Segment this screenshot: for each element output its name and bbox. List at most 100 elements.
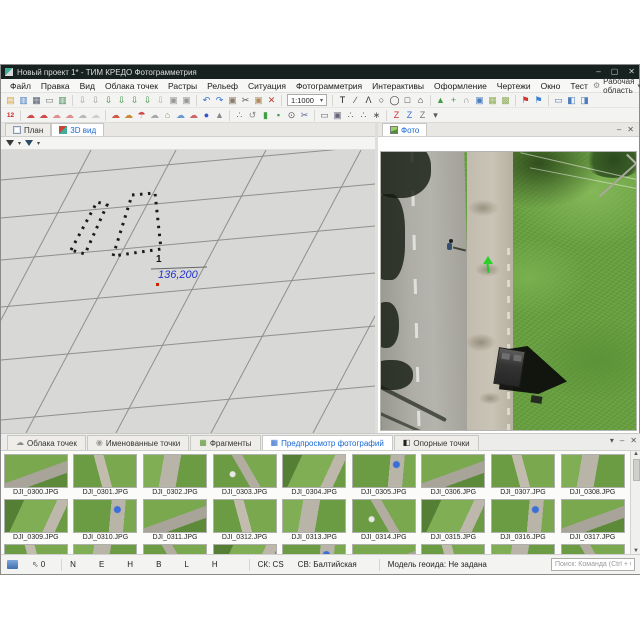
- photo-view[interactable]: [380, 151, 637, 431]
- cloud-gray-icon[interactable]: ☁: [76, 109, 89, 122]
- undo-icon[interactable]: ↶: [200, 94, 213, 107]
- image-frame-icon[interactable]: ▦: [486, 94, 499, 107]
- photo-marker[interactable]: [483, 256, 493, 264]
- panel-minimize-button[interactable]: –: [620, 436, 624, 445]
- import-xml-icon[interactable]: ⇩: [115, 94, 128, 107]
- menu-item[interactable]: Облака точек: [100, 81, 163, 91]
- dome-icon[interactable]: ∩: [460, 94, 473, 107]
- open-project-icon[interactable]: ▤: [4, 94, 17, 107]
- thumbnail-image[interactable]: [352, 544, 416, 554]
- scrollbar-thumb[interactable]: [633, 459, 640, 481]
- trace-icon[interactable]: ↺: [246, 109, 259, 122]
- umbrella-icon[interactable]: ☂: [135, 109, 148, 122]
- table-view-icon[interactable]: ▥: [56, 94, 69, 107]
- thumbnail-image[interactable]: [561, 544, 625, 554]
- z-gray-icon[interactable]: Z: [416, 109, 429, 122]
- tab-photo-preview[interactable]: ▦Предпросмотр фотографий: [262, 435, 393, 450]
- tab-photo[interactable]: Фото: [382, 123, 427, 136]
- filter-icon[interactable]: [6, 140, 14, 146]
- cloud-house-icon[interactable]: ⌂: [161, 109, 174, 122]
- cloud-light-icon[interactable]: ☁: [89, 109, 102, 122]
- thumbnail-image[interactable]: [282, 454, 346, 488]
- import-dat-icon[interactable]: ⇩: [102, 94, 115, 107]
- flag-blue-icon[interactable]: ⚑: [532, 94, 545, 107]
- tab-3d-view[interactable]: 3D вид: [51, 123, 104, 136]
- add-point-icon[interactable]: +: [447, 94, 460, 107]
- cut-icon[interactable]: ✂: [239, 94, 252, 107]
- point-marker[interactable]: [156, 283, 159, 286]
- tab-plan[interactable]: План: [5, 123, 51, 136]
- panel-minimize-button[interactable]: –: [617, 125, 621, 134]
- building-icon[interactable]: ▮: [259, 109, 272, 122]
- points-count-icon[interactable]: 12: [4, 109, 17, 122]
- cloud-blue-icon[interactable]: ☁: [174, 109, 187, 122]
- save-icon[interactable]: ▦: [30, 94, 43, 107]
- tab-point-clouds[interactable]: ☁Облака точек: [7, 435, 86, 450]
- thumbnail-image[interactable]: [73, 454, 137, 488]
- clipboard-icon[interactable]: ▣: [167, 94, 180, 107]
- thumbnail-image[interactable]: [282, 499, 346, 533]
- thumbnail-image[interactable]: [421, 454, 485, 488]
- panel-menu-icon[interactable]: ▾: [610, 436, 614, 445]
- thumbnail-image[interactable]: [561, 454, 625, 488]
- thumbnail-image[interactable]: [143, 499, 207, 533]
- thumbnail-image[interactable]: [352, 499, 416, 533]
- import-down-2-icon[interactable]: ⇩: [89, 94, 102, 107]
- thumbnail-image[interactable]: [73, 499, 137, 533]
- menu-item[interactable]: Растры: [163, 81, 202, 91]
- thumbnail-scrollbar[interactable]: ▲ ▼: [630, 451, 640, 554]
- thumbnail-image[interactable]: [491, 544, 555, 554]
- z-blue-icon[interactable]: Z: [403, 109, 416, 122]
- panel-close-button[interactable]: ✕: [630, 436, 637, 445]
- thumbnail-image[interactable]: [73, 544, 137, 554]
- surface-icon[interactable]: ▲: [434, 94, 447, 107]
- tab-fragments[interactable]: ▦Фрагменты: [190, 435, 260, 450]
- thumbnail-image[interactable]: [282, 544, 346, 554]
- points-a-icon[interactable]: ∴: [344, 109, 357, 122]
- z-red-icon[interactable]: Z: [390, 109, 403, 122]
- line-tool-icon[interactable]: ∕: [349, 94, 362, 107]
- cloud-ground-icon[interactable]: ☁: [148, 109, 161, 122]
- import-dxf-icon[interactable]: ⇩: [141, 94, 154, 107]
- flag-red-icon[interactable]: ⚑: [519, 94, 532, 107]
- thumbnail-image[interactable]: [352, 454, 416, 488]
- thumbnail-image[interactable]: [4, 499, 68, 533]
- thumbnail-image[interactable]: [213, 499, 277, 533]
- import-xml-2-icon[interactable]: ⇩: [128, 94, 141, 107]
- thumbnail-image[interactable]: [421, 544, 485, 554]
- polyline-tool-icon[interactable]: Λ: [362, 94, 375, 107]
- circle-tool-icon[interactable]: ◯: [388, 94, 401, 107]
- thumbnail-image[interactable]: [213, 544, 277, 554]
- z-caret-icon[interactable]: ▾: [429, 109, 442, 122]
- search-cloud-icon[interactable]: ⊙: [285, 109, 298, 122]
- cut-cloud-icon[interactable]: ✂: [298, 109, 311, 122]
- cloud-pink-icon[interactable]: ☁: [50, 109, 63, 122]
- paste-icon[interactable]: ▣: [252, 94, 265, 107]
- window-right-icon[interactable]: ◨: [578, 94, 591, 107]
- thumbnail-image[interactable]: [143, 454, 207, 488]
- cloud-red-icon[interactable]: ☁: [24, 109, 37, 122]
- points-b-icon[interactable]: ∴: [357, 109, 370, 122]
- thumbnail-image[interactable]: [421, 499, 485, 533]
- frame-empty-icon[interactable]: ▭: [318, 109, 331, 122]
- ellipse-tool-icon[interactable]: ○: [375, 94, 388, 107]
- workspace-label[interactable]: Рабочая область: [603, 77, 634, 95]
- comment-icon[interactable]: ▭: [552, 94, 565, 107]
- fit-view-icon[interactable]: ▭: [43, 94, 56, 107]
- thumbnail-image[interactable]: [4, 454, 68, 488]
- filter-3d-icon[interactable]: [25, 140, 33, 146]
- menu-item[interactable]: Тест: [565, 81, 593, 91]
- import-down-icon[interactable]: ⇩: [76, 94, 89, 107]
- thumbnail-image[interactable]: [491, 499, 555, 533]
- display-settings-icon[interactable]: [7, 560, 18, 569]
- model-import-icon[interactable]: ▣: [473, 94, 486, 107]
- text-tool-icon[interactable]: T: [336, 94, 349, 107]
- thumbnail-image[interactable]: [561, 499, 625, 533]
- copy-icon[interactable]: ▣: [226, 94, 239, 107]
- chevron-down-icon[interactable]: ▾: [37, 140, 40, 147]
- thumbnail-image[interactable]: [491, 454, 555, 488]
- import-gray-icon[interactable]: ⇩: [154, 94, 167, 107]
- menu-item[interactable]: Правка: [36, 81, 75, 91]
- menu-item[interactable]: Чертежи: [492, 81, 536, 91]
- cloud-slope-icon[interactable]: ▲: [213, 109, 226, 122]
